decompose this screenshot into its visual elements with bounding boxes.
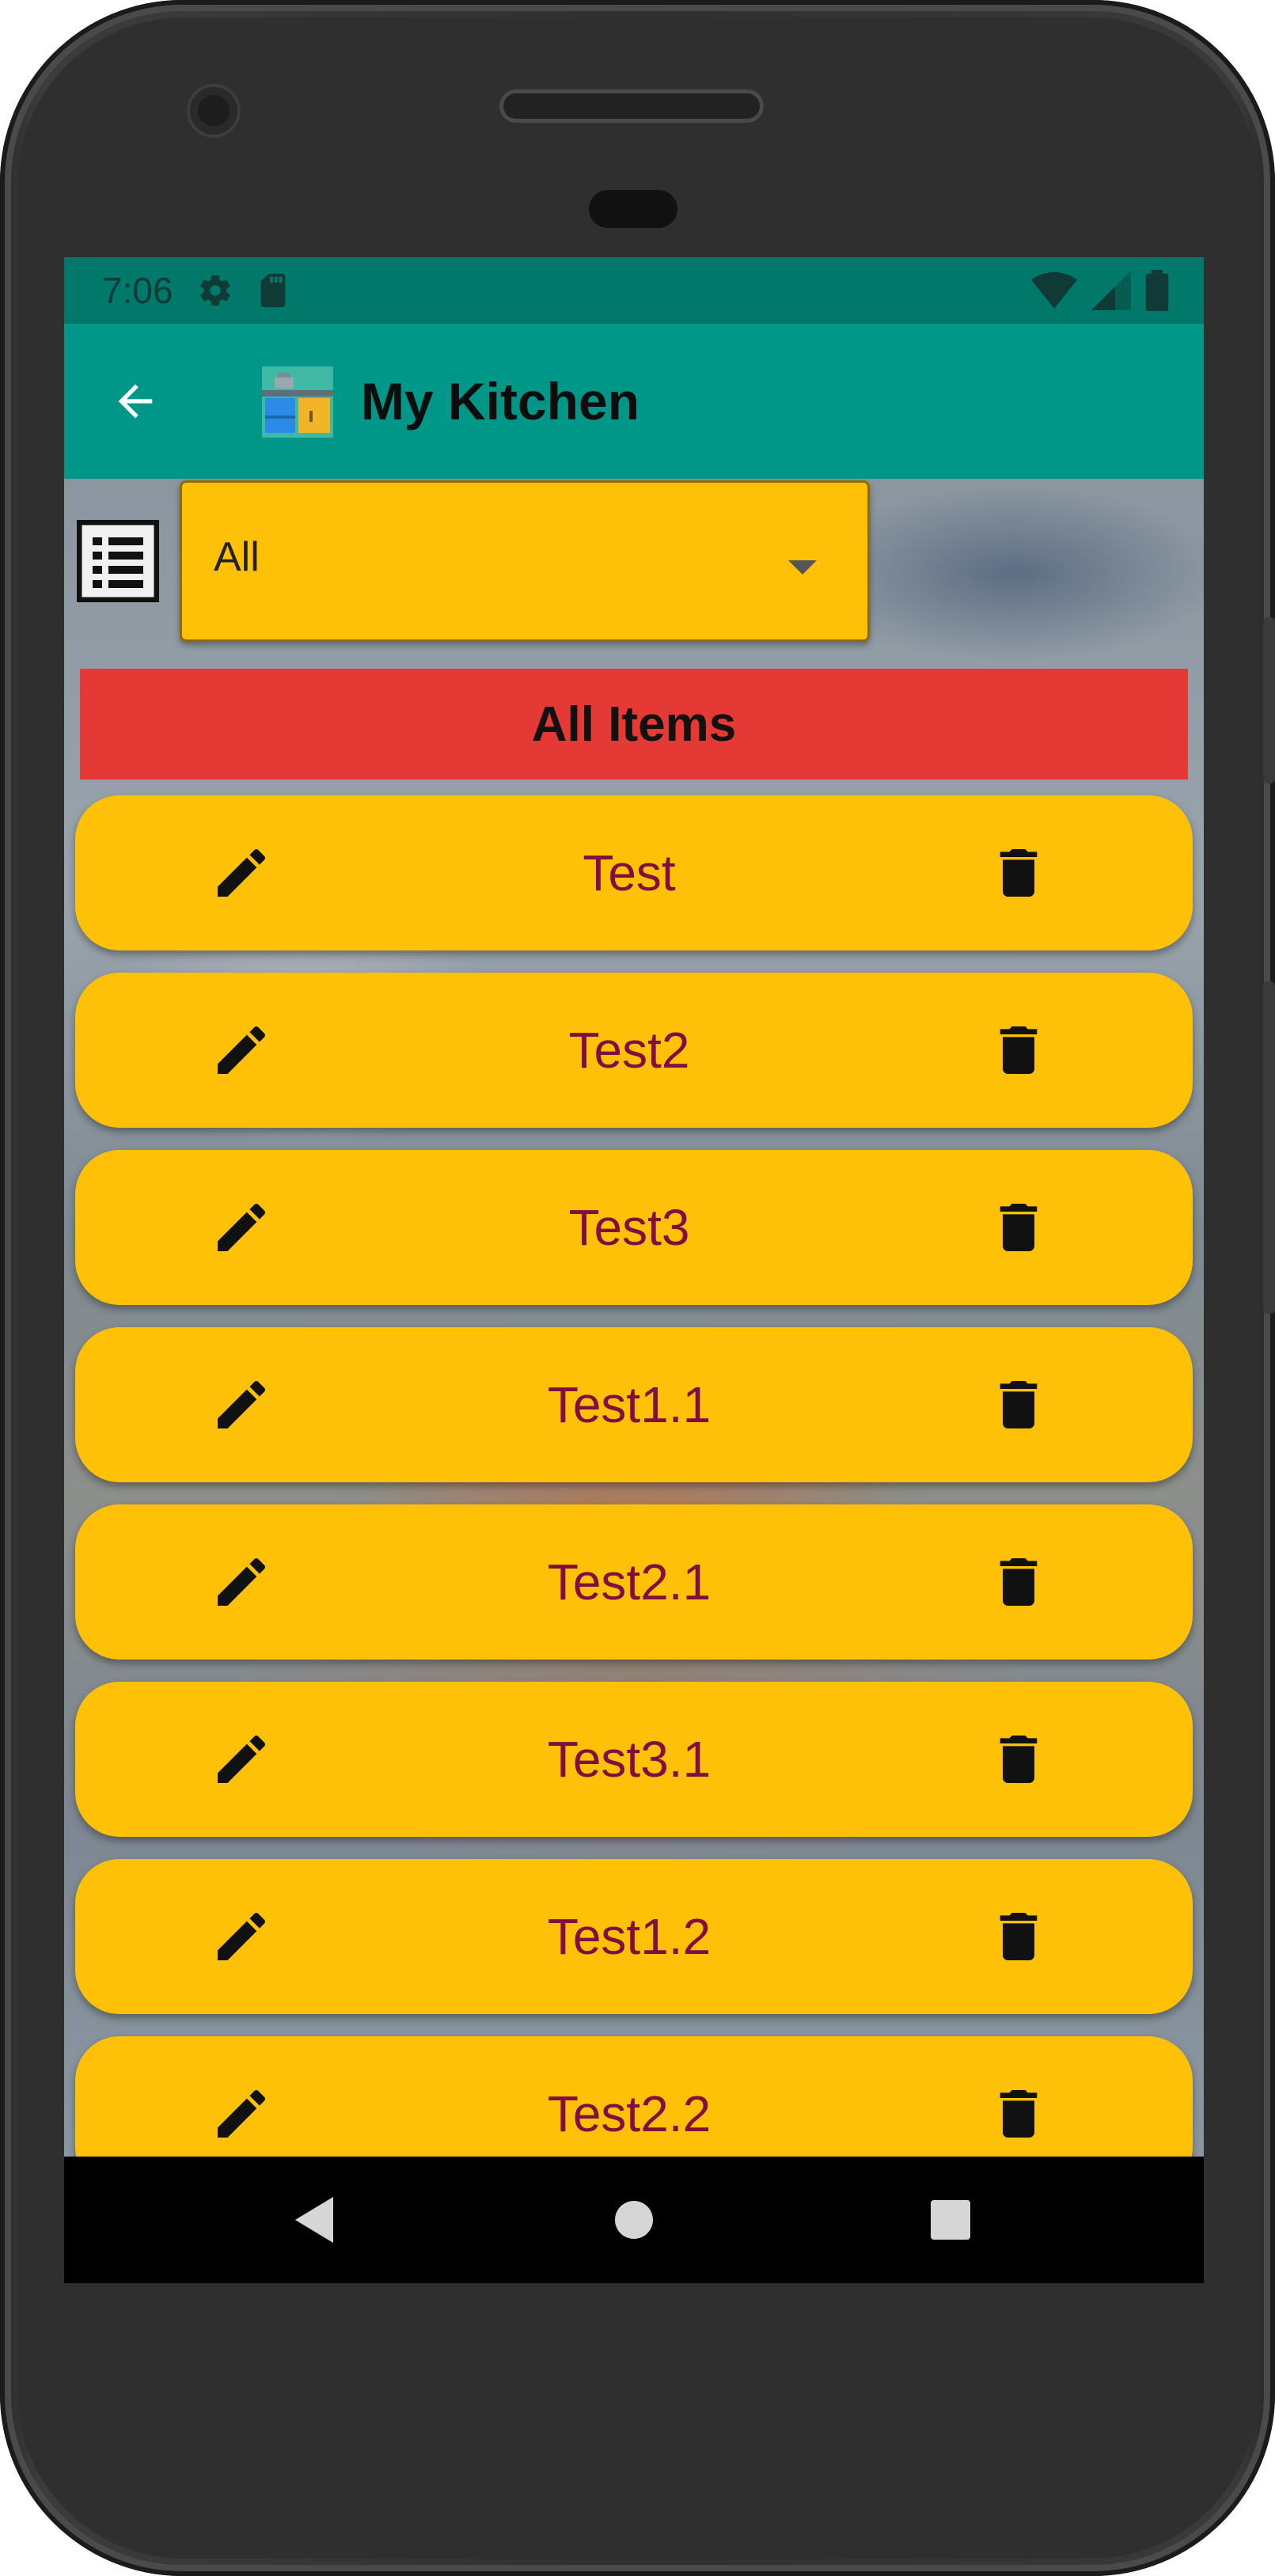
- nav-recents-button[interactable]: [887, 2157, 1014, 2283]
- content-area: All All Items Test Test2 Test3 Test1.1 Test2…: [64, 479, 1204, 2157]
- delete-button[interactable]: [987, 1373, 1050, 1436]
- item-name: Test2.1: [547, 1554, 711, 1610]
- category-dropdown[interactable]: All: [180, 480, 870, 642]
- item-name: Test: [582, 844, 676, 901]
- section-header: All Items: [80, 669, 1188, 780]
- status-bar: 7:06: [64, 257, 1204, 324]
- delete-button[interactable]: [987, 1196, 1050, 1259]
- edit-button[interactable]: [210, 1373, 273, 1436]
- app-title: My Kitchen: [361, 372, 640, 431]
- power-button: [1263, 617, 1275, 783]
- list-item[interactable]: Test2: [75, 973, 1193, 1128]
- trash-icon: [1000, 849, 1038, 897]
- list-item[interactable]: Test1.1: [75, 1327, 1193, 1482]
- trash-icon: [1000, 2090, 1038, 2138]
- cell-signal-icon: [1091, 271, 1131, 314]
- trash-icon: [1000, 1913, 1038, 1960]
- edit-button[interactable]: [210, 1019, 273, 1082]
- trash-icon: [1000, 1381, 1038, 1428]
- delete-button[interactable]: [987, 1905, 1050, 1968]
- edit-button[interactable]: [210, 1196, 273, 1259]
- pencil-icon: [218, 1735, 266, 1783]
- nav-back-button[interactable]: [251, 2157, 378, 2283]
- pencil-icon: [218, 1557, 266, 1606]
- pencil-icon: [218, 848, 266, 897]
- pencil-icon: [218, 1203, 266, 1251]
- item-name: Test2.2: [547, 2085, 711, 2142]
- pencil-icon: [218, 1380, 266, 1428]
- pencil-icon: [218, 1912, 266, 1960]
- proximity-sensor: [589, 190, 677, 228]
- edit-button[interactable]: [210, 1728, 273, 1791]
- edit-button[interactable]: [210, 1550, 273, 1614]
- filter-row: All: [64, 479, 1204, 645]
- circle-home-icon: [615, 2201, 653, 2239]
- triangle-back-icon: [295, 2197, 333, 2243]
- item-name: Test3: [568, 1199, 690, 1256]
- delete-button[interactable]: [987, 2082, 1050, 2145]
- nav-home-button[interactable]: [571, 2157, 697, 2283]
- battery-icon: [1145, 270, 1169, 315]
- delete-button[interactable]: [987, 841, 1050, 905]
- kitchen-cabinet-icon: [262, 366, 333, 438]
- edit-button[interactable]: [210, 841, 273, 905]
- volume-button: [1263, 981, 1275, 1314]
- edit-button[interactable]: [210, 1905, 273, 1968]
- app-bar: My Kitchen: [64, 324, 1204, 479]
- sd-card-icon: [257, 272, 289, 309]
- arrow-left-icon: [118, 384, 153, 419]
- wifi-icon: [1031, 271, 1077, 314]
- item-name: Test1.1: [547, 1376, 711, 1433]
- chevron-down-icon: [788, 560, 817, 575]
- pencil-icon: [218, 1026, 266, 1074]
- edit-button[interactable]: [210, 2082, 273, 2145]
- delete-button[interactable]: [987, 1728, 1050, 1791]
- navigation-bar: [64, 2157, 1204, 2283]
- list-item[interactable]: Test3: [75, 1150, 1193, 1305]
- front-camera: [190, 87, 237, 135]
- dropdown-selected-value: All: [214, 534, 260, 580]
- trash-icon: [1000, 1558, 1038, 1606]
- list-view-icon[interactable]: [76, 519, 160, 603]
- delete-button[interactable]: [987, 1550, 1050, 1614]
- item-name: Test1.2: [547, 1908, 711, 1965]
- back-button[interactable]: [102, 368, 169, 434]
- trash-icon: [1000, 1204, 1038, 1251]
- delete-button[interactable]: [987, 1019, 1050, 1082]
- trash-icon: [1000, 1026, 1038, 1074]
- list-item[interactable]: Test: [75, 795, 1193, 950]
- list-item[interactable]: Test3.1: [75, 1682, 1193, 1837]
- list-item[interactable]: Test2.1: [75, 1504, 1193, 1660]
- item-name: Test3.1: [547, 1731, 711, 1788]
- section-title: All Items: [531, 696, 737, 752]
- phone-frame: 7:06 My Kitchen All All Items Test Test2…: [0, 0, 1275, 2576]
- pencil-icon: [218, 2089, 266, 2138]
- settings-icon: [197, 272, 233, 309]
- list-item[interactable]: Test1.2: [75, 1859, 1193, 2014]
- item-name: Test2: [568, 1022, 690, 1079]
- list-item[interactable]: Test2.2: [75, 2036, 1193, 2157]
- screen: 7:06 My Kitchen All All Items Test Test2…: [64, 257, 1204, 2283]
- earpiece-speaker: [503, 93, 760, 119]
- status-time: 7:06: [102, 270, 173, 311]
- square-recents-icon: [931, 2200, 970, 2240]
- trash-icon: [1000, 1736, 1038, 1783]
